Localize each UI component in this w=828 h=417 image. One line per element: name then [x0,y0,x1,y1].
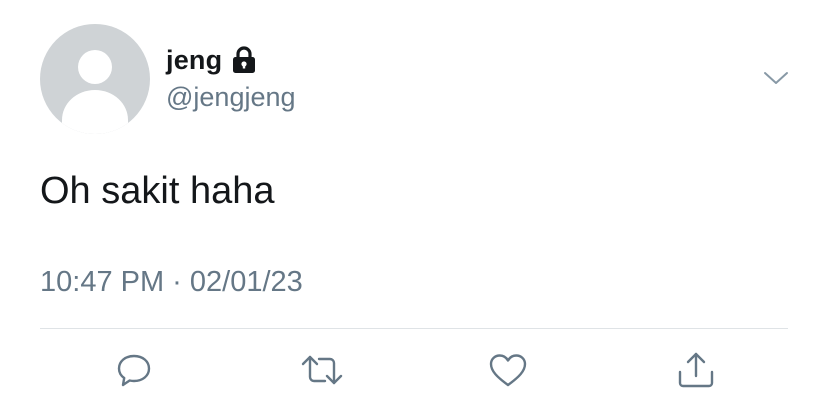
tweet-timestamp[interactable]: 10:47 PM · 02/01/23 [40,266,303,299]
heart-icon [489,354,527,387]
divider [40,328,788,329]
lock-icon [231,45,257,75]
avatar-head-shape [78,50,112,84]
share-icon [678,352,714,388]
tweet-card: jeng @jengjeng Oh sakit haha 10:47 PM · … [0,0,828,417]
share-button[interactable] [674,350,718,390]
retweet-icon [301,355,343,385]
reply-button[interactable] [112,350,156,390]
chevron-down-icon[interactable] [762,66,790,90]
display-name[interactable]: jeng [166,45,222,76]
reply-icon [117,354,151,387]
avatar-body-shape [62,90,128,134]
author-name-row: jeng [166,40,257,80]
retweet-button[interactable] [300,350,344,390]
avatar[interactable] [40,24,150,134]
tweet-text: Oh sakit haha [40,170,275,212]
like-button[interactable] [486,350,530,390]
user-handle[interactable]: @jengjeng [166,82,296,113]
